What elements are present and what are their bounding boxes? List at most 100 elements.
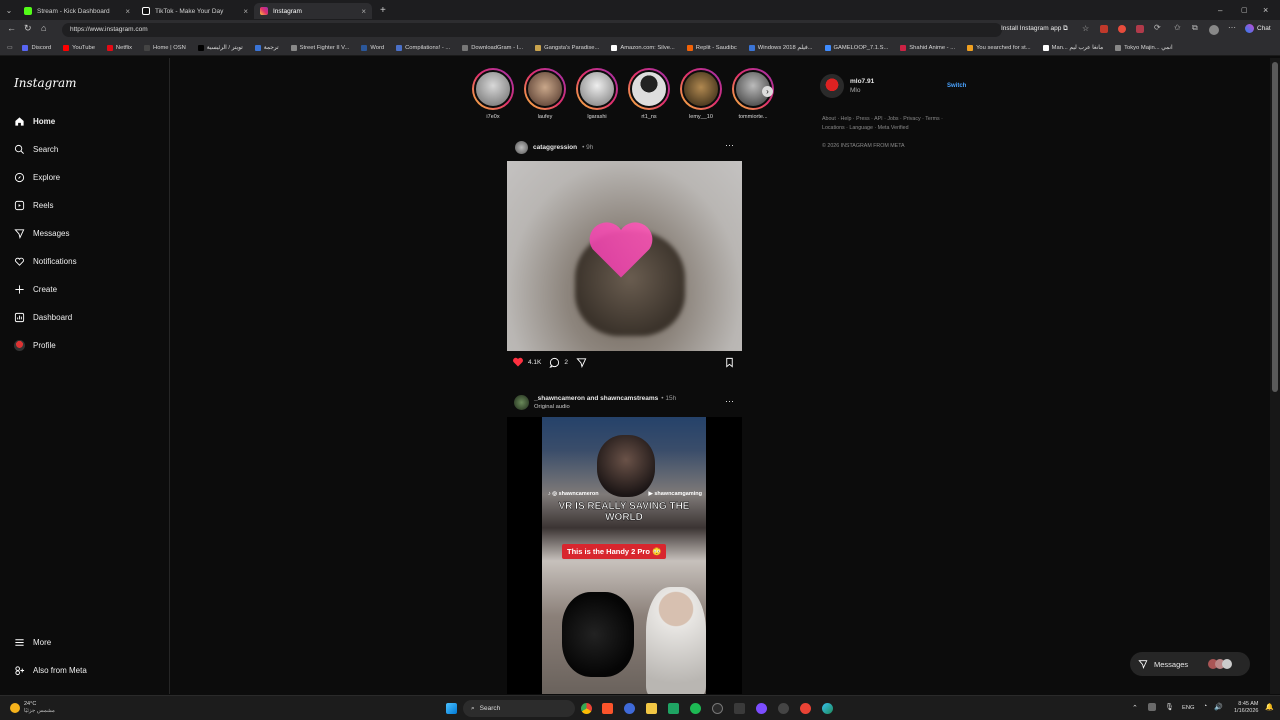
story-item[interactable]: i7e0x [471,68,515,120]
app-icon[interactable] [624,703,635,714]
extension-icon[interactable] [1136,25,1144,33]
instagram-logo[interactable]: Instagram [14,76,77,90]
copilot-chat-button[interactable]: Chat [1245,24,1271,33]
post-audio[interactable]: Original audio [534,404,676,410]
sidebar-item-create[interactable]: Create [14,284,57,295]
wifi-icon[interactable]: ◔ [1203,703,1207,710]
comment-icon[interactable] [549,357,560,368]
bookmark-item[interactable]: Word [361,44,384,51]
messages-floating-button[interactable]: Messages [1130,652,1250,676]
sidebar-item-explore[interactable]: Explore [14,172,60,183]
avatar[interactable] [515,141,528,154]
home-icon[interactable]: ⌂ [41,23,46,33]
avatar[interactable] [514,395,529,410]
sidebar-item-home[interactable]: Home [14,116,55,127]
profile-avatar[interactable] [1209,25,1219,35]
notification-bell-icon[interactable]: 🔔 [1265,703,1274,711]
bookmark-icon[interactable] [724,357,735,368]
bookmark-item[interactable]: Discord [22,44,51,51]
window-close-button[interactable]: × [1263,5,1268,15]
tab-menu-icon[interactable]: ⌄ [0,6,18,15]
tray-chevron-icon[interactable]: ⌃ [1132,704,1138,712]
share-icon[interactable] [576,357,587,368]
bookmark-item[interactable]: Replit - Saudibc [686,44,737,51]
sidebar-item-messages[interactable]: Messages [14,228,69,239]
bookmark-item[interactable]: Amazon.com: Silve... [611,44,675,51]
bookmark-item[interactable]: Man... مانغا عرب ليم [1042,44,1103,51]
app-icon[interactable] [712,703,723,714]
bookmark-item[interactable]: تويتر / الرئيسية [197,44,243,51]
language-indicator[interactable]: ENG [1182,705,1195,711]
bookmark-item[interactable]: ترجمة [254,44,279,51]
avatar[interactable] [820,74,844,98]
sidebar-item-dashboard[interactable]: Dashboard [14,312,72,323]
collections-icon[interactable]: ⧉ [1192,23,1198,33]
bookmark-item[interactable]: GAMELOOP_7.1.S... [824,44,888,51]
weather-widget[interactable]: 24°C مشمس جزئيًا [10,701,55,715]
app-icon[interactable] [734,703,745,714]
post-image[interactable] [507,161,742,351]
chrome-icon[interactable] [581,703,592,714]
post-username[interactable]: _shawncameron and shawncamstreams [534,395,658,402]
bookmark-item[interactable]: Netflix [106,44,132,51]
app-icon[interactable] [668,703,679,714]
tab-tiktok[interactable]: TikTok - Make Your Day × [136,3,254,19]
clock[interactable]: 8:45 AM 1/16/2026 [1234,701,1258,715]
bookmark-item[interactable]: Windows 2018 فيلم... [748,44,813,51]
maximize-button[interactable]: ▢ [1241,6,1248,14]
sidebar-item-reels[interactable]: Reels [14,200,53,211]
switch-account-link[interactable]: Switch [947,83,966,89]
bookmark-item[interactable]: YouTube [63,44,95,51]
favorite-star-icon[interactable]: ☆ [1082,24,1089,33]
bookmark-item[interactable]: Gangsta's Paradise... [535,44,599,51]
current-username[interactable]: mlo7.91 [850,78,874,85]
story-item[interactable]: laufey [523,68,567,120]
post-username[interactable]: cataggression [533,144,577,151]
sidebar-item-meta[interactable]: Also from Meta [14,665,87,676]
new-tab-button[interactable]: + [380,5,386,16]
scrollbar-thumb[interactable] [1272,62,1278,392]
refresh-icon[interactable]: ↻ [24,23,32,34]
install-app-button[interactable]: Install Instagram app ⧉ [1001,25,1068,33]
back-icon[interactable]: ← [7,23,16,33]
tray-app-icon[interactable] [1148,703,1156,711]
windows-start-icon[interactable] [446,703,457,714]
microphone-icon[interactable]: 🎙 [1165,703,1174,711]
story-item[interactable]: rt1_ns [627,68,671,120]
sidebar-item-notifications[interactable]: Notifications [14,256,77,267]
minimize-button[interactable]: – [1218,6,1222,15]
stories-next-button[interactable]: › [762,86,773,97]
reel-video[interactable]: ♪ ◎ shawncameron ▶ shawncamgaming VR IS … [507,417,742,694]
sidebar-item-more[interactable]: More [14,637,51,648]
bookmark-item[interactable]: DownloadGram - I... [462,44,523,51]
page-scrollbar[interactable] [1270,58,1280,694]
app-icon[interactable] [778,703,789,714]
refresh-icon[interactable]: ⟳ [1154,23,1161,32]
sidebar-item-profile[interactable]: Profile [14,340,56,351]
close-icon[interactable]: × [125,7,130,16]
url-input[interactable]: https://www.instagram.com [62,23,1002,37]
more-icon[interactable]: ⋯ [1228,23,1236,32]
bookmark-item[interactable]: Tokyo Majin... انمي [1115,44,1173,51]
volume-icon[interactable]: 🔊 [1214,703,1223,711]
bookmark-item[interactable]: Shahid Anime - ... [900,44,955,51]
edge-icon[interactable] [822,703,833,714]
like-heart-icon[interactable] [512,356,524,368]
bookmark-item[interactable]: Compilations! - ... [396,44,450,51]
bookmark-folder-icon[interactable]: ▭ [7,45,12,51]
spotify-icon[interactable] [690,703,701,714]
extension-icon[interactable] [1100,25,1108,33]
extension-icon[interactable] [1118,25,1126,33]
file-explorer-icon[interactable] [646,703,657,714]
story-item[interactable]: lemy__10 [679,68,723,120]
bookmark-item[interactable]: You searched for st... [967,44,1031,51]
post-options-icon[interactable]: ⋯ [725,140,734,151]
bookmark-item[interactable]: Street Fighter II V... [290,44,349,51]
tab-kick[interactable]: Stream - Kick Dashboard × [18,3,136,19]
sidebar-item-search[interactable]: Search [14,144,58,155]
app-icon[interactable] [800,703,811,714]
like-count[interactable]: 4.1K [528,359,541,366]
story-item[interactable]: lgarashi [575,68,619,120]
favorites-icon[interactable]: ✩ [1174,23,1181,32]
tab-instagram[interactable]: Instagram × [254,3,372,19]
